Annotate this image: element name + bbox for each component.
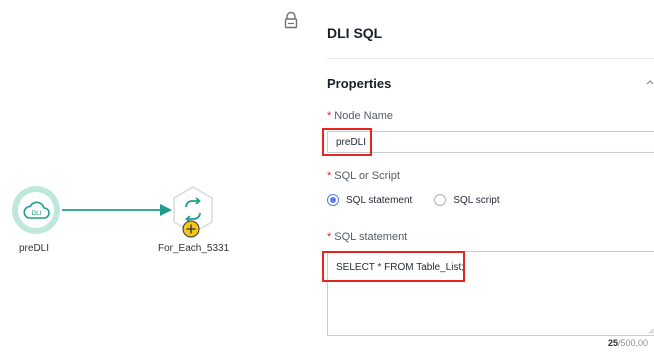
- node-name-label-text: Node Name: [334, 110, 393, 122]
- sql-or-script-label: * SQL or Script: [327, 170, 400, 182]
- radio-sql-statement-label: SQL statement: [346, 194, 413, 206]
- radio-selected-icon[interactable]: [327, 194, 339, 206]
- add-node-icon[interactable]: [182, 220, 200, 238]
- cloud-dli-icon: DLI: [23, 201, 50, 219]
- node-name-label: * Node Name: [327, 110, 393, 122]
- predli-node-label: preDLI: [19, 243, 50, 254]
- character-count: 25: [608, 338, 619, 348]
- sql-or-script-radio-group: SQL statement SQL script: [327, 194, 522, 206]
- workflow-canvas[interactable]: DLI preDLI For_Each_5331: [0, 0, 276, 354]
- radio-sql-statement[interactable]: SQL statement: [327, 194, 412, 206]
- panel-title: DLI SQL: [327, 25, 383, 41]
- radio-sql-script-label: SQL script: [453, 194, 500, 206]
- node-icon-text: DLI: [31, 210, 41, 217]
- resize-grip-icon[interactable]: [648, 328, 654, 334]
- required-mark: *: [327, 231, 332, 243]
- predli-node[interactable]: DLI: [12, 186, 60, 234]
- connector-arrow[interactable]: [62, 203, 174, 217]
- chevron-up-icon[interactable]: [646, 78, 654, 86]
- properties-panel: DLI SQL Properties * Node Name preDLI * SQ…: [310, 0, 654, 354]
- character-counter: 25/500,00: [608, 338, 648, 348]
- sql-statement-label-text: SQL statement: [334, 231, 408, 243]
- for-each-node-label: For_Each_5331: [158, 243, 230, 254]
- sql-statement-label: * SQL statement: [327, 231, 407, 243]
- highlight-box: [322, 128, 372, 156]
- section-title: Properties: [327, 76, 392, 91]
- radio-sql-script[interactable]: SQL script: [434, 194, 500, 206]
- required-mark: *: [327, 170, 332, 182]
- divider: [327, 58, 654, 59]
- highlight-box: [322, 251, 465, 282]
- sql-or-script-label-text: SQL or Script: [334, 170, 400, 182]
- required-mark: *: [327, 110, 332, 122]
- character-max: /500,00: [618, 338, 649, 348]
- radio-unselected-icon[interactable]: [434, 194, 447, 206]
- node-name-input[interactable]: preDLI: [327, 131, 654, 153]
- lock-icon[interactable]: [284, 11, 298, 29]
